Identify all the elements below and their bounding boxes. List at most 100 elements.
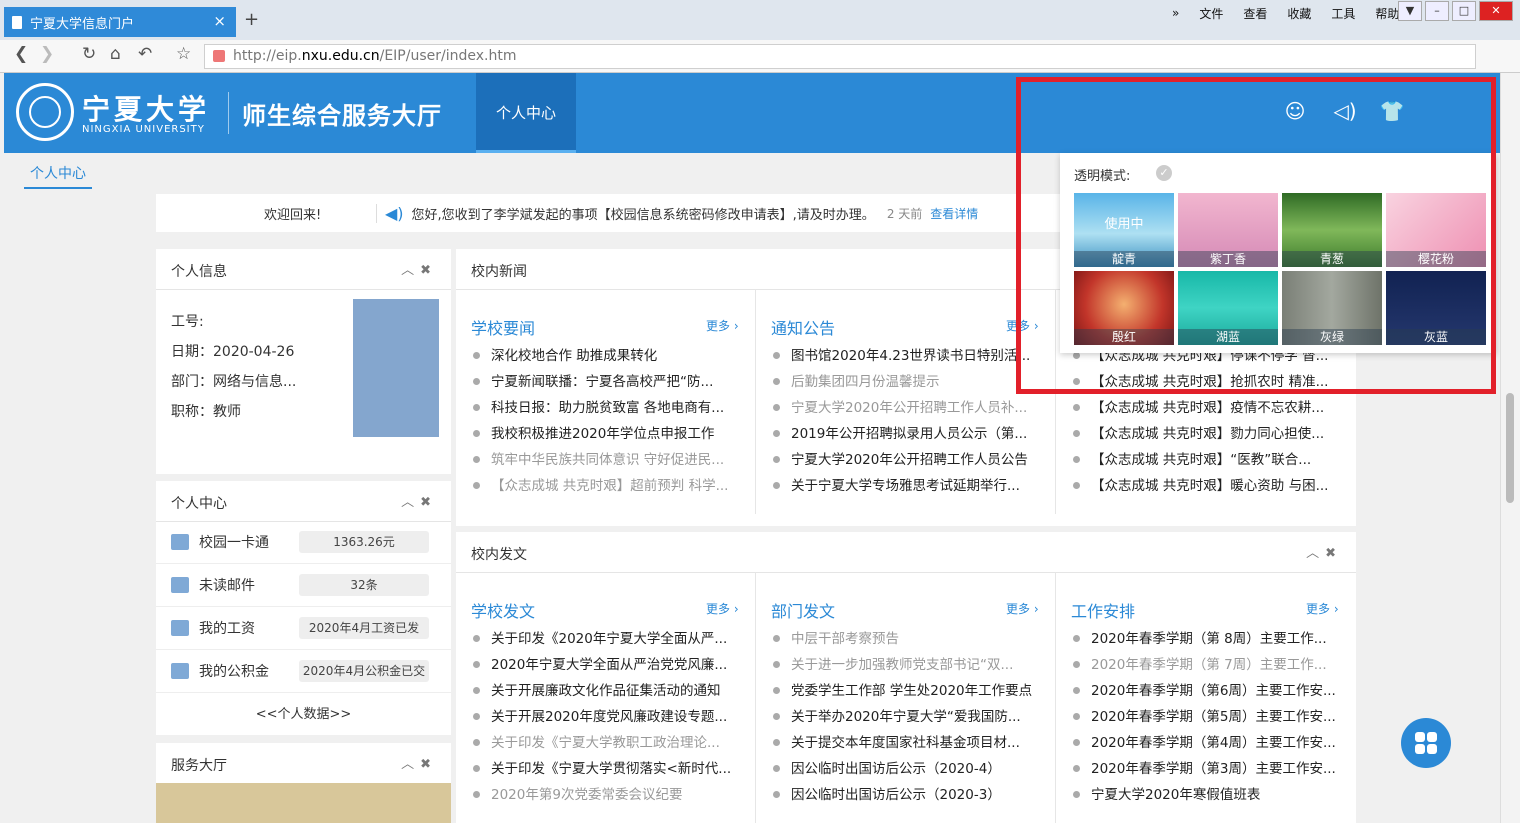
list-item[interactable]: 筑牢中华民族共同体意识 守好促进民... — [471, 448, 741, 474]
list-item[interactable]: 关于开展2020年度党风廉政建设专题... — [471, 705, 741, 731]
list-item[interactable]: 宁夏大学2020年公开招聘工作人员补... — [771, 396, 1041, 422]
school-news-heading[interactable]: 学校要闻 — [471, 315, 535, 339]
dept-docs-list: 中层干部考察预告 关于进一步加强教师党支部书记“双... 党委学生工作部 学生处… — [771, 627, 1041, 809]
list-item[interactable]: 我的工资 2020年4月工资已发 — [156, 607, 451, 650]
list-item[interactable]: 深化校地合作 助推成果转化 — [471, 344, 741, 370]
scrollbar-thumb[interactable] — [1506, 393, 1514, 503]
list-item[interactable]: 宁夏大学2020年公开招聘工作人员公告 — [771, 448, 1041, 474]
list-item[interactable]: 宁夏大学2020年寒假值班表 — [1071, 783, 1341, 809]
notices-heading[interactable]: 通知公告 — [771, 315, 835, 339]
list-item[interactable]: 2019年公开招聘拟录用人员公示（第... — [771, 422, 1041, 448]
list-item[interactable]: 关于印发《宁夏大学教职工政治理论... — [471, 731, 741, 757]
list-item[interactable]: 未读邮件 32条 — [156, 564, 451, 607]
nav-personal-center[interactable]: 个人中心 — [476, 73, 576, 153]
list-item[interactable]: 后勤集团四月份温馨提示 — [771, 370, 1041, 396]
info-title: 职称：教师 — [171, 404, 241, 420]
undo-icon[interactable]: ↶ — [138, 44, 152, 64]
home-icon[interactable]: ⌂ — [110, 44, 121, 64]
list-item[interactable]: 2020年春季学期（第 8周）主要工作... — [1071, 627, 1341, 653]
panel-controls[interactable]: ︿✖ — [401, 259, 437, 278]
panel-controls[interactable]: ︿✖ — [401, 753, 437, 772]
more-link[interactable]: 更多 › — [1306, 600, 1339, 617]
list-item[interactable]: 我校积极推进2020年学位点申报工作 — [471, 422, 741, 448]
list-item[interactable]: 关于进一步加强教师党支部书记“双... — [771, 653, 1041, 679]
menu-view[interactable]: 查看 — [1243, 5, 1267, 22]
work-schedule-heading[interactable]: 工作安排 — [1071, 598, 1135, 622]
welcome-message: 您好,您收到了李学斌发起的事项【校园信息系统密码修改申请表】,请及时办理。 — [411, 207, 875, 223]
breadcrumb[interactable]: 个人中心 — [24, 163, 92, 189]
list-item[interactable]: 科技日报：助力脱贫致富 各地电商有... — [471, 396, 741, 422]
scrollbar[interactable] — [1500, 73, 1520, 823]
menu-help[interactable]: 帮助 — [1375, 5, 1399, 22]
school-news-list: 深化校地合作 助推成果转化 宁夏新闻联播：宁夏各高校严把“防... 科技日报：助… — [471, 344, 741, 500]
list-item[interactable]: 2020年春季学期（第6周）主要工作安... — [1071, 679, 1341, 705]
dept-docs-heading[interactable]: 部门发文 — [771, 598, 835, 622]
list-item[interactable]: 2020年春季学期（第4周）主要工作安... — [1071, 731, 1341, 757]
menu-tools[interactable]: 工具 — [1331, 5, 1355, 22]
personal-data-link[interactable]: <<个人数据>> — [156, 703, 451, 722]
fund-icon — [171, 663, 189, 679]
school-docs-heading[interactable]: 学校发文 — [471, 598, 535, 622]
list-item[interactable]: 关于印发《2020年宁夏大学全面从严... — [471, 627, 741, 653]
apps-fab-button[interactable] — [1401, 718, 1451, 768]
list-item[interactable]: 2020年宁夏大学全面从严治党党风廉... — [471, 653, 741, 679]
list-item[interactable]: 关于提交本年度国家社科基金项目材... — [771, 731, 1041, 757]
minimize-icon[interactable]: – — [1425, 1, 1449, 21]
more-link[interactable]: 更多 › — [706, 317, 739, 334]
list-item[interactable]: 【众志成城 共克时艰】“医教”联合... — [1071, 448, 1341, 474]
list-item[interactable]: 【众志成城 共克时艰】暖心资助 与困... — [1071, 474, 1341, 500]
list-item[interactable]: 我的公积金 2020年4月公积金已交 — [156, 650, 451, 693]
list-item[interactable]: 2020年第9次党委常委会议纪要 — [471, 783, 741, 809]
list-item[interactable]: 关于开展廉政文化作品征集活动的通知 — [471, 679, 741, 705]
work-schedule-list: 2020年春季学期（第 8周）主要工作... 2020年春季学期（第 7周）主要… — [1071, 627, 1341, 809]
university-name: 宁夏大学 — [82, 93, 211, 126]
reload-icon[interactable]: ↻ — [82, 44, 96, 64]
list-item[interactable]: 图书馆2020年4.23世界读书日特别活... — [771, 344, 1041, 370]
list-item[interactable]: 校园一卡通 1363.26元 — [156, 521, 451, 564]
list-item[interactable]: 【众志成城 共克时艰】疫情不忘农耕... — [1071, 396, 1341, 422]
panel-title: 校内新闻 — [471, 264, 527, 280]
window-controls: ▼ – □ ✕ — [1398, 1, 1513, 21]
list-item[interactable]: 党委学生工作部 学生处2020年工作要点 — [771, 679, 1041, 705]
more-link[interactable]: 更多 › — [706, 600, 739, 617]
new-tab-button[interactable]: + — [244, 9, 259, 30]
list-item[interactable]: 因公临时出国访后公示（2020-3） — [771, 783, 1041, 809]
notices-list: 图书馆2020年4.23世界读书日特别活... 后勤集团四月份温馨提示 宁夏大学… — [771, 344, 1041, 500]
list-item[interactable]: 2020年春季学期（第5周）主要工作安... — [1071, 705, 1341, 731]
maximize-icon[interactable]: □ — [1452, 1, 1476, 21]
forward-icon[interactable]: ❯ — [40, 44, 54, 64]
back-icon[interactable]: ❮ — [14, 44, 28, 64]
menu-more-icon[interactable]: » — [1172, 6, 1179, 20]
site-title: 师生综合服务大厅 — [242, 102, 442, 130]
highlight-box — [1016, 77, 1496, 394]
panel-controls[interactable]: ︿✖ — [1306, 542, 1342, 561]
panel-title: 校内发文 — [471, 547, 527, 563]
list-item[interactable]: 中层干部考察预告 — [771, 627, 1041, 653]
view-detail-link[interactable]: 查看详情 — [930, 205, 978, 222]
list-item[interactable]: 关于印发《宁夏大学贯彻落实<新时代... — [471, 757, 741, 783]
header-divider — [228, 92, 229, 134]
panel-controls[interactable]: ︿✖ — [401, 491, 437, 510]
service-banner[interactable] — [156, 783, 451, 823]
tab-title: 宁夏大学信息门户 — [30, 16, 135, 32]
campus-docs-panel: 校内发文 ︿✖ 学校发文 更多 › 关于印发《2020年宁夏大学全面从严... … — [456, 532, 1356, 823]
url-input[interactable]: http://eip.nxu.edu.cn/EIP/user/index.htm — [204, 44, 1476, 69]
university-logo[interactable] — [16, 83, 74, 141]
list-item[interactable]: 【众志成城 共克时艰】勠力同心担使... — [1071, 422, 1341, 448]
skin-icon[interactable]: ▼ — [1398, 1, 1422, 21]
close-window-icon[interactable]: ✕ — [1479, 1, 1513, 21]
list-item[interactable]: 关于举办2020年宁夏大学“爱我国防... — [771, 705, 1041, 731]
list-item[interactable]: 2020年春季学期（第3周）主要工作安... — [1071, 757, 1341, 783]
browser-tab[interactable]: 宁夏大学信息门户 × — [4, 7, 236, 37]
tab-close-icon[interactable]: × — [213, 12, 226, 30]
star-icon[interactable]: ☆ — [176, 44, 191, 64]
menu-favorites[interactable]: 收藏 — [1287, 5, 1311, 22]
more-link[interactable]: 更多 › — [1006, 600, 1039, 617]
list-item[interactable]: 关于宁夏大学专场雅思考试延期举行... — [771, 474, 1041, 500]
list-item[interactable]: 因公临时出国访后公示（2020-4） — [771, 757, 1041, 783]
list-item[interactable]: 2020年春季学期（第 7周）主要工作... — [1071, 653, 1341, 679]
list-item[interactable]: 【众志成城 共克时艰】超前预判 科学... — [471, 474, 741, 500]
list-item[interactable]: 宁夏新闻联播：宁夏各高校严把“防... — [471, 370, 741, 396]
menu-file[interactable]: 文件 — [1199, 5, 1223, 22]
panel-title: 个人中心 — [171, 496, 227, 512]
